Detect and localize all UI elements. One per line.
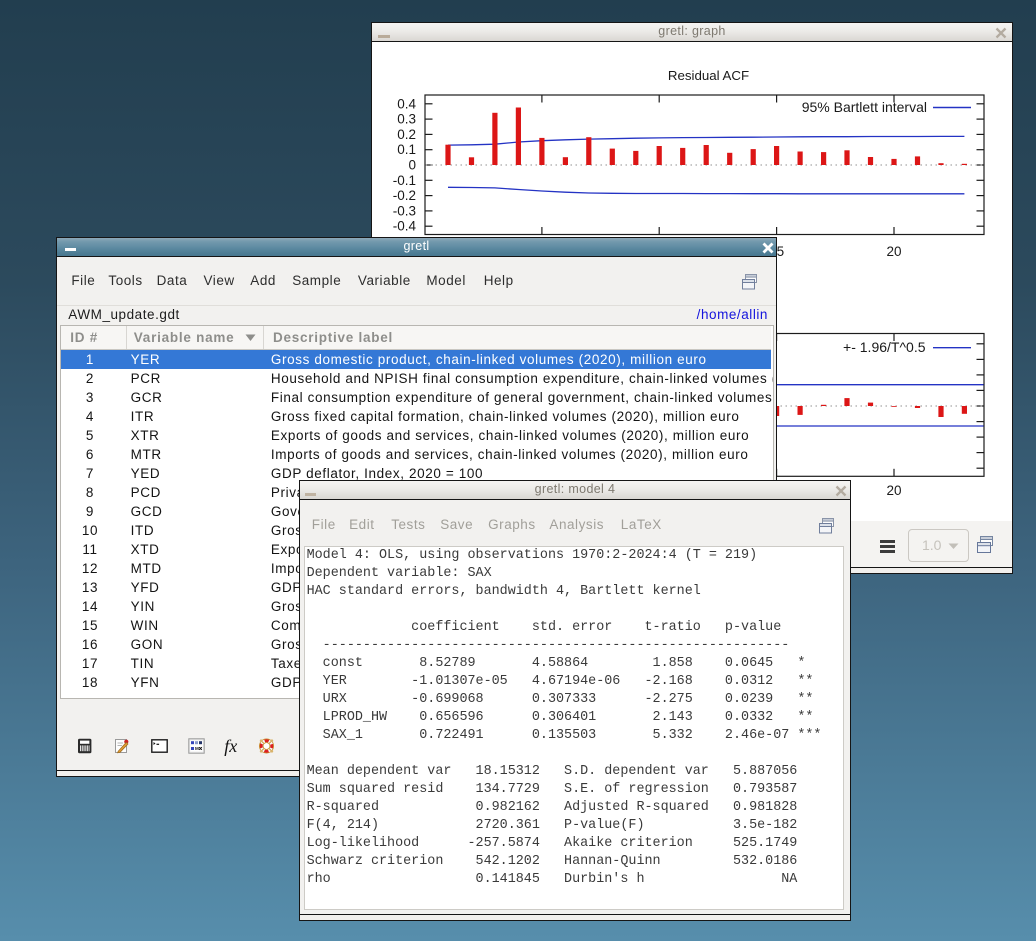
svg-text:0.1: 0.1 (397, 142, 416, 157)
svg-text:0: 0 (408, 158, 416, 173)
svg-text:0.4: 0.4 (397, 96, 416, 111)
svg-text:0.3: 0.3 (397, 112, 416, 127)
svg-text:20: 20 (886, 244, 901, 259)
svg-text:MX: MX (195, 746, 203, 751)
svg-text:+- 1.96/T^0.5: +- 1.96/T^0.5 (843, 339, 926, 355)
svg-text:-0.3: -0.3 (393, 203, 416, 218)
svg-text:0.2: 0.2 (397, 127, 416, 142)
svg-text:95% Bartlett interval: 95% Bartlett interval (802, 99, 927, 115)
svg-text:-0.1: -0.1 (393, 173, 416, 188)
svg-text:-0.4: -0.4 (393, 219, 417, 234)
svg-text:Residual ACF: Residual ACF (668, 68, 749, 83)
svg-text:-0.2: -0.2 (393, 188, 416, 203)
svg-text:20: 20 (886, 483, 901, 498)
